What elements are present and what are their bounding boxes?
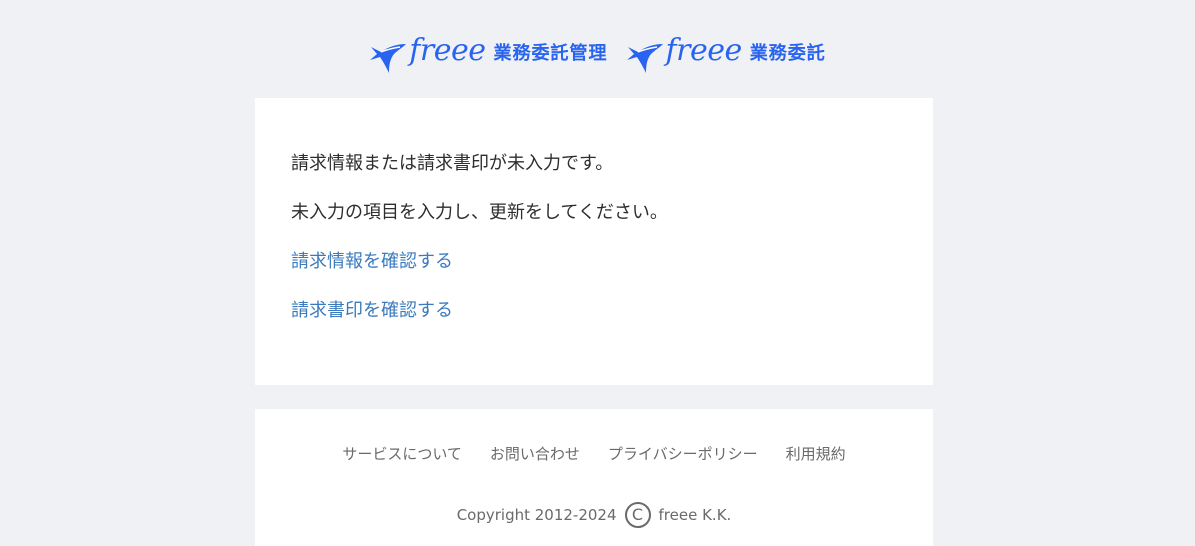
privacy-policy-link[interactable]: プライバシーポリシー <box>608 445 758 463</box>
logo-wordmark: freee <box>665 32 743 68</box>
copyright-prefix: Copyright 2012-2024 <box>456 506 617 524</box>
contact-link[interactable]: お問い合わせ <box>490 445 580 463</box>
footer-links: サービスについて お問い合わせ プライバシーポリシー 利用規約 <box>255 445 933 463</box>
header-logos: freee 業務委託管理 freee 業務委託 <box>0 26 1195 78</box>
terms-of-use-link[interactable]: 利用規約 <box>786 445 846 463</box>
update-instruction-message: 未入力の項目を入力し、更新をしてください。 <box>291 202 668 223</box>
logo-freee-gyomu-itaku-kanri[interactable]: freee 業務委託管理 <box>369 28 607 76</box>
copyright-icon: C <box>624 502 651 528</box>
copyright-company: freee K.K. <box>658 506 732 524</box>
copyright: Copyright 2012-2024 C freee K.K. <box>255 502 933 528</box>
swallow-bird-icon <box>370 44 407 73</box>
check-billing-info-link[interactable]: 請求情報を確認する <box>291 248 897 276</box>
check-invoice-seal-link[interactable]: 請求書印を確認する <box>291 297 897 325</box>
footer: サービスについて お問い合わせ プライバシーポリシー 利用規約 Copyrigh… <box>255 409 933 546</box>
logo-service-name: 業務委託 <box>749 43 826 64</box>
missing-billing-info-card: 請求情報または請求書印が未入力です。 未入力の項目を入力し、更新をしてください。… <box>255 98 933 385</box>
about-service-link[interactable]: サービスについて <box>342 445 462 463</box>
logo-wordmark: freee <box>409 32 486 68</box>
logo-service-name: 業務委託管理 <box>493 43 608 64</box>
swallow-bird-icon <box>626 44 663 73</box>
page: freee 業務委託管理 freee 業務委託 請求情報または請求書印が未入力で… <box>0 0 1195 546</box>
missing-input-message: 請求情報または請求書印が未入力です。 <box>291 153 614 174</box>
logo-freee-gyomu-itaku[interactable]: freee 業務委託 <box>626 28 826 76</box>
